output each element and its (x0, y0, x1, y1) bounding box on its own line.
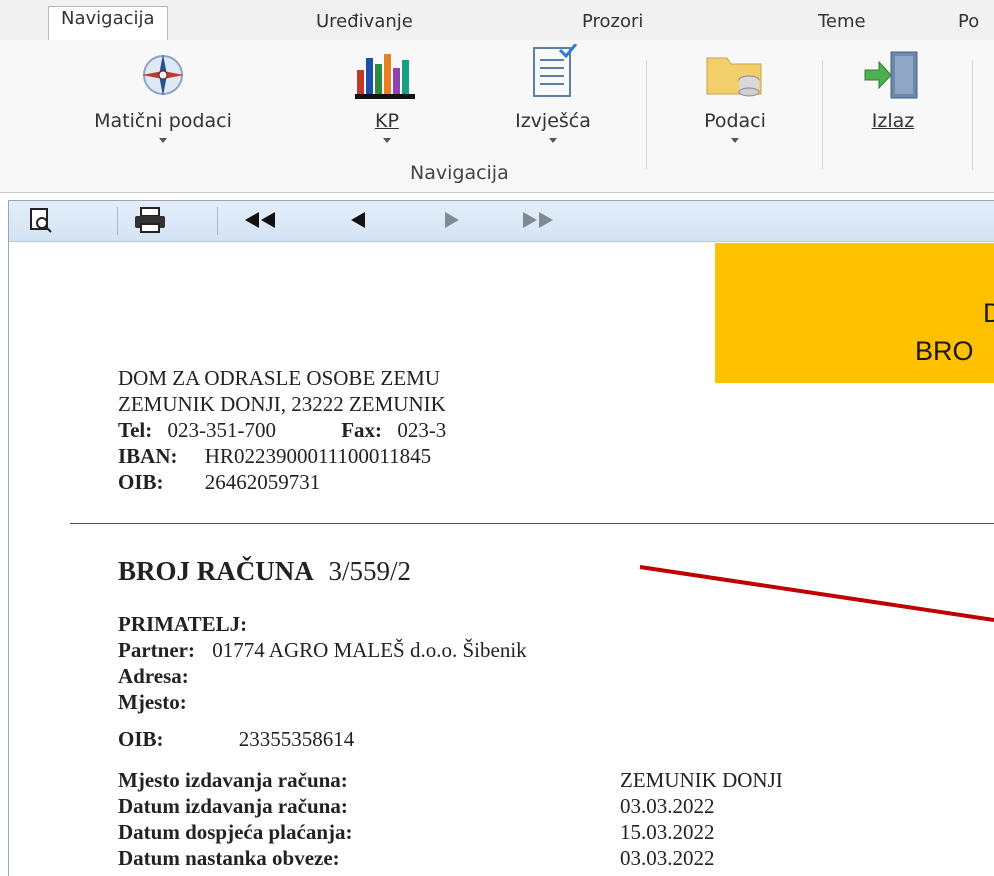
recipient-oib-label: OIB: (118, 727, 164, 751)
print-icon[interactable] (133, 207, 167, 241)
callout-line-2: BRO (915, 336, 974, 366)
first-page-icon[interactable] (241, 207, 281, 241)
tab-uredivanje[interactable]: Uređivanje (316, 10, 413, 40)
tel-value: 023-351-700 (167, 418, 276, 442)
company-address: ZEMUNIK DONJI, 23222 ZEMUNIK (118, 392, 446, 416)
ribbon: Matični podaci KP Izvješća Podaci Izlaz … (0, 40, 994, 193)
iban-label: IBAN: (118, 444, 178, 468)
ribbon-tab-bar: Navigacija Uređivanje Prozori Teme Po (0, 0, 994, 41)
adresa-row: Adresa: (118, 664, 189, 689)
maticni-podaci-button[interactable]: Matični podaci (48, 50, 278, 143)
detail-value: ZEMUNIK DONJI (620, 768, 783, 792)
folder-database-icon (706, 50, 762, 100)
ribbon-separator (646, 60, 647, 170)
preview-icon[interactable] (29, 207, 53, 241)
chevron-down-icon (383, 138, 391, 143)
detail-row: Datum izdavanja računa: 03.03.2022 (118, 794, 715, 819)
tab-teme[interactable]: Teme (818, 10, 866, 40)
detail-row: Mjesto izdavanja računa: ZEMUNIK DONJI (118, 768, 783, 793)
detail-value: 03.03.2022 (620, 794, 715, 818)
recipient-oib-row: OIB: 23355358614 (118, 727, 354, 752)
compass-icon (136, 50, 190, 100)
detail-value: 03.03.2022 (620, 846, 715, 870)
adresa-label: Adresa: (118, 664, 189, 688)
podaci-button[interactable]: Podaci (680, 50, 790, 143)
iban-value: HR0223900011100011845 (204, 444, 432, 468)
recipient-oib-value: 23355358614 (238, 727, 355, 751)
detail-label: Mjesto izdavanja računa: (118, 768, 348, 792)
tab-more[interactable]: Po (958, 10, 979, 40)
callout-box: D BRO (715, 243, 994, 383)
invoice-number-label: BROJ RAČUNA (118, 556, 314, 586)
kp-label: KP (375, 110, 399, 132)
callout-line-1: D (983, 298, 994, 328)
oib-label: OIB: (118, 470, 164, 494)
oib-value: 26462059731 (204, 470, 321, 494)
exit-door-icon (864, 50, 920, 100)
divider (70, 523, 994, 524)
next-page-icon[interactable] (441, 207, 461, 241)
chevron-down-icon (731, 138, 739, 143)
iban-row: IBAN: HR0223900011100011845 (118, 444, 431, 469)
tel-label: Tel: (118, 418, 153, 442)
toolbar-separator (117, 207, 118, 235)
partner-label: Partner: (118, 638, 195, 662)
izvjesca-label: Izvješća (515, 110, 591, 132)
partner-row: Partner: 01774 AGRO MALEŠ d.o.o. Šibenik (118, 638, 527, 663)
detail-row: Datum dospjeća plaćanja: 15.03.2022 (118, 820, 715, 845)
fax-label: Fax: (341, 418, 383, 442)
last-page-icon[interactable] (519, 207, 559, 241)
company-name: DOM ZA ODRASLE OSOBE ZEMU (118, 366, 441, 390)
chevron-down-icon (549, 138, 557, 143)
company-phone-row: Tel: 023-351-700 Fax: 023-3 (118, 418, 446, 443)
recipient-label: PRIMATELJ: (118, 612, 248, 636)
kp-button[interactable]: KP (332, 50, 442, 143)
podaci-label: Podaci (704, 110, 766, 132)
chevron-down-icon (159, 138, 167, 143)
ribbon-separator (972, 60, 973, 170)
invoice-number-row: BROJ RAČUNA 3/559/2 (118, 556, 411, 587)
izvjesca-button[interactable]: Izvješća (488, 43, 618, 143)
report-icon (526, 43, 580, 100)
detail-row: Datum nastanka obveze: 03.03.2022 (118, 846, 715, 871)
prev-page-icon[interactable] (349, 207, 369, 241)
fax-value: 023-3 (397, 418, 447, 442)
izlaz-button[interactable]: Izlaz (848, 50, 938, 132)
mjesto-label: Mjesto: (118, 690, 187, 714)
ribbon-group-label: Navigacija (410, 162, 509, 184)
maticni-podaci-label: Matični podaci (94, 110, 232, 132)
tab-navigacija[interactable]: Navigacija (48, 6, 168, 41)
detail-label: Datum izdavanja računa: (118, 794, 348, 818)
mjesto-row: Mjesto: (118, 690, 187, 715)
tab-prozori[interactable]: Prozori (582, 10, 643, 40)
partner-value: 01774 AGRO MALEŠ d.o.o. Šibenik (212, 638, 527, 662)
detail-label: Datum dospjeća plaćanja: (118, 820, 353, 844)
invoice-number-value: 3/559/2 (328, 556, 412, 586)
toolbar-separator (217, 207, 218, 235)
viewer-toolbar (9, 201, 994, 242)
detail-label: Datum nastanka obveze: (118, 846, 340, 870)
oib-row: OIB: 26462059731 (118, 470, 320, 495)
detail-value: 15.03.2022 (620, 820, 715, 844)
bar-chart-icon (355, 50, 415, 100)
izlaz-label: Izlaz (871, 110, 915, 132)
recipient-heading: PRIMATELJ: (118, 612, 247, 637)
ribbon-separator (822, 60, 823, 170)
